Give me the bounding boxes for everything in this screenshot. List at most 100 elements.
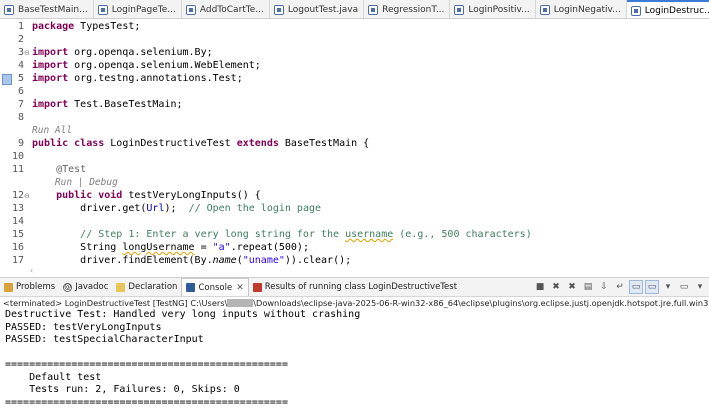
run-all-link[interactable]: Run All <box>32 125 72 138</box>
code-line: 2 <box>0 34 709 47</box>
console-icon <box>186 283 196 292</box>
code-line: 3 ⊖ import org.openqa.selenium.By; <box>0 47 709 60</box>
console-line: ========================================… <box>5 396 288 408</box>
problems-icon <box>4 282 13 292</box>
open-console-icon[interactable]: ▭ <box>677 280 691 294</box>
line-number: 2 <box>17 34 24 45</box>
code-line: 17 driver.findElement(By.name("uname")).… <box>0 255 709 268</box>
tab-declaration[interactable]: Declaration <box>112 278 181 296</box>
code-line: 16 String longUsername = "a".repeat(500)… <box>0 242 709 255</box>
code-text: @Test <box>56 164 87 175</box>
code-line: 6 <box>0 86 709 99</box>
line-number: 9 <box>17 138 24 149</box>
scroll-lock-icon[interactable]: ⇩ <box>597 280 611 294</box>
line-number: 15 <box>11 229 24 240</box>
java-file-icon <box>539 4 550 15</box>
code-line: 12 ⊖ public void testVeryLongInputs() { <box>0 190 709 203</box>
line-number: 3 <box>17 47 24 58</box>
fold-collapse-icon[interactable]: ⊖ <box>24 47 30 60</box>
tab-console[interactable]: Console ✕ <box>181 278 249 296</box>
tab-loginpagetest[interactable]: LoginPageTe... <box>94 0 182 18</box>
line-number: 12 <box>11 190 24 201</box>
console-toolbar: ■ ✖ ✖ ▤ ⇩ ↵ ▭ ▭ ▾ ▭ ▾ <box>531 280 709 294</box>
view-tab-bar: Problems @ Javadoc Declaration Console ✕ R… <box>0 277 709 297</box>
tab-testng-results[interactable]: Results of running class LoginDestructiv… <box>249 278 461 296</box>
tab-logindestructivetest[interactable]: LoginDestruc...✕ <box>626 0 709 18</box>
line-number: 10 <box>11 151 24 162</box>
console-output[interactable]: Destructive Test: Handled very long inpu… <box>0 309 709 409</box>
tab-logouttest[interactable]: LogoutTest.java <box>270 0 365 18</box>
tab-problems[interactable]: Problems <box>0 278 59 296</box>
code-text: import org.testng.annotations.Test; <box>32 73 243 84</box>
code-line: 7 import Test.BaseTestMain; <box>0 99 709 112</box>
show-console-icon[interactable]: ▭ <box>645 280 659 294</box>
code-editor[interactable]: 1 package TypesTest; 2 3 ⊖ import org.op… <box>0 19 709 277</box>
redacted-block <box>227 299 254 307</box>
code-text: driver.findElement(By.name("uname")).cle… <box>80 255 352 266</box>
console-line: Tests run: 2, Failures: 0, Skips: 0 <box>5 384 240 395</box>
clear-console-icon[interactable]: ▤ <box>581 280 595 294</box>
run-debug-link[interactable]: Run | Debug <box>32 177 118 190</box>
line-number: 4 <box>17 60 24 71</box>
console-line: ========================================… <box>5 359 288 370</box>
code-line: 15 // Step 1: Enter a very long string f… <box>0 229 709 242</box>
code-line: 10 <box>0 151 709 164</box>
code-text: public void testVeryLongInputs() { <box>56 190 261 201</box>
code-line: 13 driver.get(Url); // Open the login pa… <box>0 203 709 216</box>
pin-console-icon[interactable]: ▭ <box>629 280 643 294</box>
fold-collapse-icon[interactable]: ⊖ <box>24 190 30 203</box>
view-menu-icon[interactable]: ▾ <box>693 280 707 294</box>
console-line: Default test <box>5 371 102 383</box>
code-text: import Test.BaseTestMain; <box>32 99 183 110</box>
testng-results-icon <box>252 282 262 292</box>
java-file-icon <box>185 4 196 15</box>
tab-label: LoginNegativ... <box>553 4 621 15</box>
remove-all-icon[interactable]: ✖ <box>565 280 579 294</box>
editor-tab-bar: BaseTestMain... LoginPageTe... AddToCart… <box>0 0 709 19</box>
code-line: 9 public class LoginDestructiveTest exte… <box>0 138 709 151</box>
terminate-icon[interactable]: ■ <box>533 280 547 294</box>
console-line: PASSED: testVeryLongInputs <box>5 321 162 333</box>
code-line: 5 import org.testng.annotations.Test; <box>0 73 709 86</box>
code-lens: Run All <box>0 125 709 138</box>
console-line: PASSED: testSpecialCharacterInput <box>5 334 204 345</box>
word-wrap-icon[interactable]: ↵ <box>613 280 627 294</box>
display-console-icon[interactable]: ▾ <box>661 280 675 294</box>
code-text: // Step 1: Enter a very long string for … <box>80 229 532 240</box>
line-number: 16 <box>11 242 24 253</box>
code-line: 1 package TypesTest; <box>0 21 709 34</box>
code-text: String longUsername = "a".repeat(500); <box>80 242 309 253</box>
tab-regressiontest[interactable]: RegressionT... <box>364 0 451 18</box>
line-number: 11 <box>11 164 24 175</box>
scroll-left-icon[interactable]: ‹ <box>30 266 33 275</box>
tab-label: LoginDestruc... <box>644 5 709 16</box>
code-line: 11 @Test <box>0 164 709 177</box>
java-file-icon <box>273 4 284 15</box>
java-file-icon <box>454 4 465 15</box>
close-icon[interactable]: ✕ <box>236 283 244 293</box>
tab-label: LogoutTest.java <box>287 4 359 15</box>
tab-javadoc[interactable]: @ Javadoc <box>59 278 112 296</box>
tab-label: BaseTestMain... <box>18 4 88 15</box>
line-number: 7 <box>17 99 24 110</box>
console-status-line: <terminated> LoginDestructiveTest [TestN… <box>0 297 709 309</box>
remove-launch-icon[interactable]: ✖ <box>549 280 563 294</box>
tab-loginnegativetest[interactable]: LoginNegativ... <box>536 0 627 18</box>
line-number: 6 <box>17 86 24 97</box>
tab-label: LoginPageTe... <box>111 4 176 15</box>
code-line: 4 import org.openqa.selenium.WebElement; <box>0 60 709 73</box>
java-file-icon <box>630 5 641 16</box>
tab-addtocarttest[interactable]: AddToCartTe... <box>182 0 270 18</box>
java-file-icon <box>4 4 14 15</box>
tab-label: RegressionT... <box>382 4 445 15</box>
code-text: import org.openqa.selenium.By; <box>32 47 213 58</box>
tab-label: AddToCartTe... <box>199 4 264 15</box>
java-file-icon <box>368 4 379 15</box>
code-text: import org.openqa.selenium.WebElement; <box>32 60 261 71</box>
tab-basetestmain[interactable]: BaseTestMain... <box>0 0 94 18</box>
tab-loginpositivetest[interactable]: LoginPositiv... <box>450 0 536 18</box>
tab-label: LoginPositiv... <box>468 4 530 15</box>
code-text: package TypesTest; <box>32 21 141 32</box>
line-number: 13 <box>11 203 24 214</box>
line-number: 17 <box>11 255 24 266</box>
